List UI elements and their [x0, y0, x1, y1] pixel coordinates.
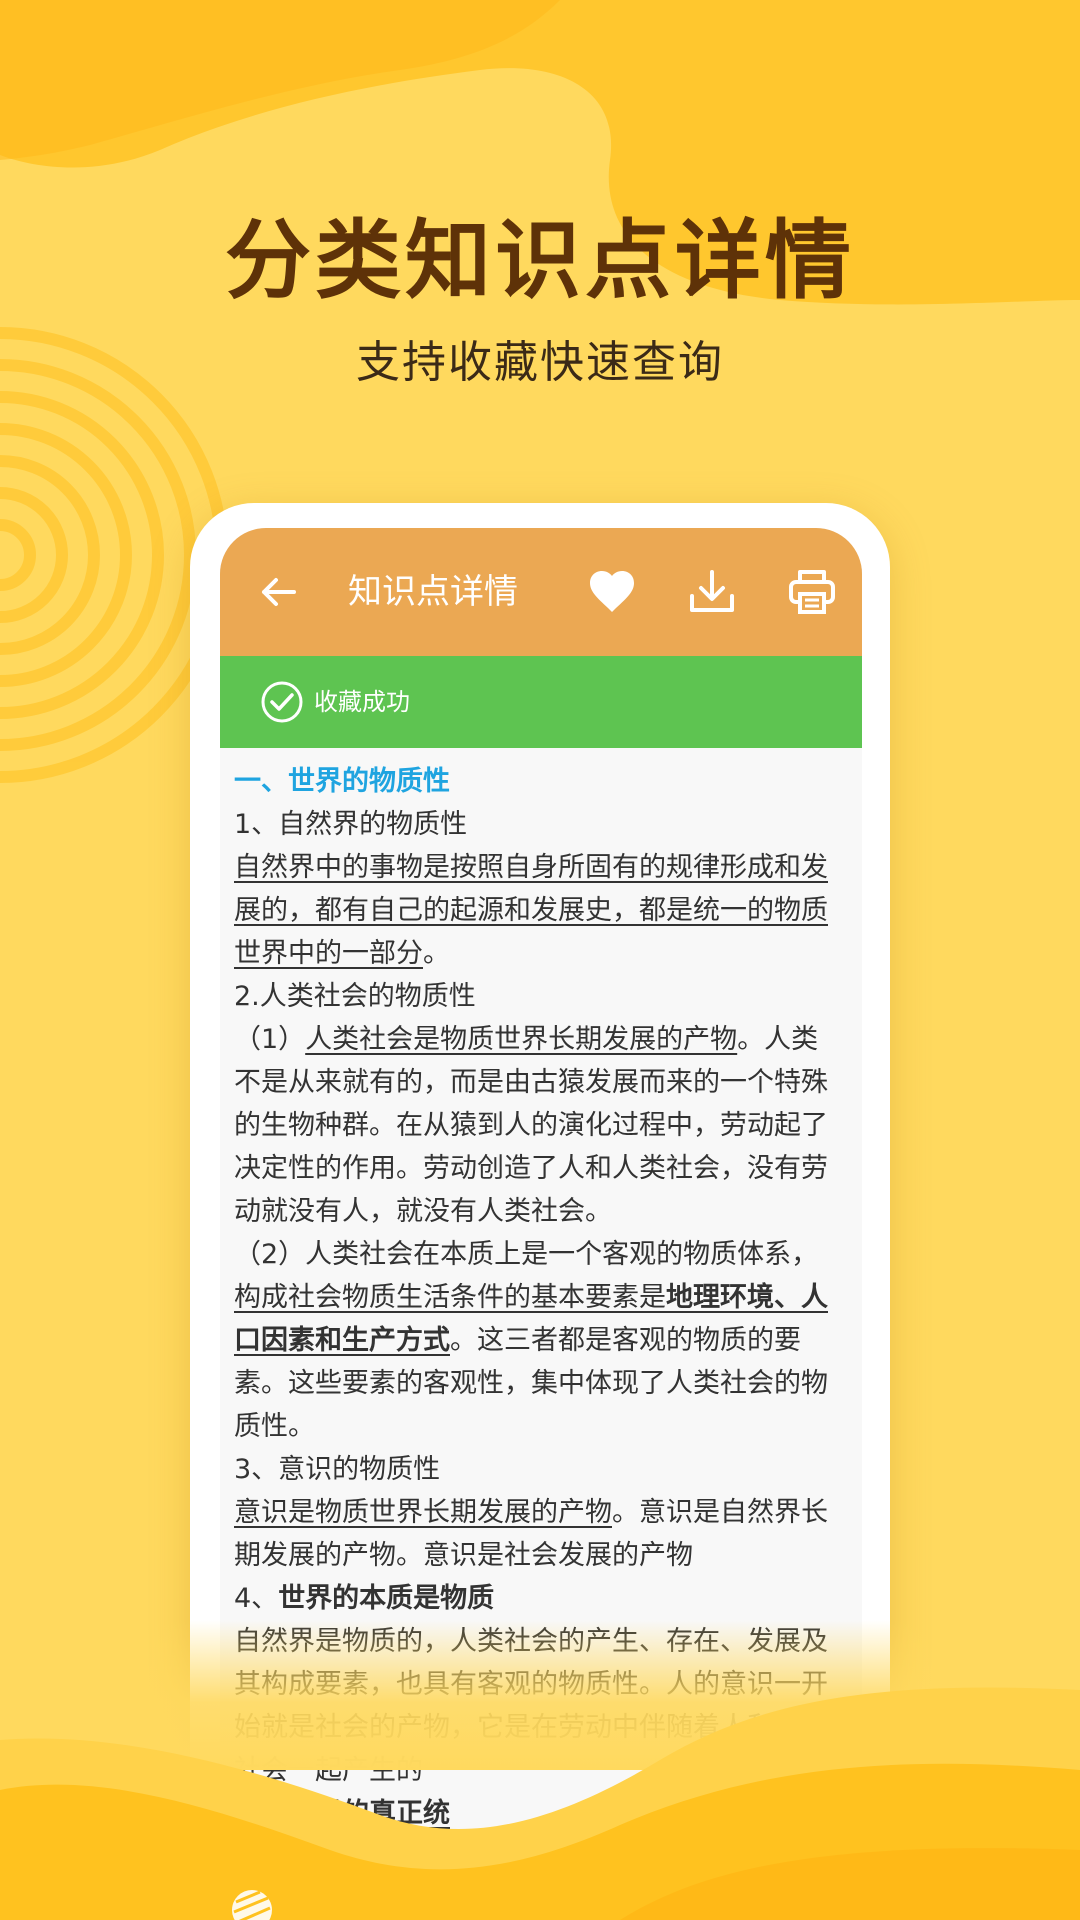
download-icon[interactable] [686, 566, 738, 618]
paragraph-prefix: （1） [234, 1024, 306, 1055]
underlined-text: 自然界中的事物是按照自身所固有的规律形成和发展的，都有自己的起源和发展史，都是统… [234, 852, 828, 969]
concentric-rings-decoration [0, 327, 228, 783]
paragraph-prefix: （2）人类社会在本质上是一个客观的物质体系， [234, 1239, 819, 1270]
section-title: 一、世界的物质性 [234, 766, 450, 797]
paragraph-5: 意识是物质世界长期发展的产物。意识是自然界长期发展的产物。意识是社会发展的产物 [234, 1491, 844, 1577]
heart-icon[interactable] [586, 566, 638, 618]
footer-wave-decoration [0, 1620, 1080, 1920]
paragraph-1: 自然界中的事物是按照自身所固有的规律形成和发展的，都有自己的起源和发展史，都是统… [234, 846, 844, 975]
app-bar-title: 知识点详情 [348, 572, 518, 612]
paragraph-prefix: 4、 [234, 1583, 279, 1614]
underlined-text: 意识是物质世界长期发展的产物 [234, 1497, 612, 1528]
arrow-left-icon[interactable] [254, 568, 302, 616]
bold-text: 世界的本质是物质 [278, 1583, 495, 1614]
promo-headline: 分类知识点详情 [225, 211, 855, 311]
underlined-text: 人类社会是物质世界长期发展的产物 [305, 1024, 738, 1055]
paragraph-title-1: 1、自然界的物质性 [234, 809, 468, 840]
punctuation: 。 [423, 938, 450, 969]
app-bar: 知识点详情 [220, 528, 862, 656]
printer-icon[interactable] [786, 566, 838, 618]
underlined-text: 构成社会物质生活条件的基本要素是 [234, 1282, 666, 1313]
paragraph-3: （1）人类社会是物质世界长期发展的产物。人类不是从来就有的，而是由古猿发展而来的… [234, 1018, 844, 1233]
paragraph-title-3: 3、意识的物质性 [234, 1454, 441, 1485]
check-circle-icon [261, 681, 303, 723]
promo-subline: 支持收藏快速查询 [356, 337, 724, 388]
paragraph-4: （2）人类社会在本质上是一个客观的物质体系，构成社会物质生活条件的基本要素是地理… [234, 1233, 844, 1448]
success-toast: 收藏成功 [220, 656, 862, 748]
toast-message: 收藏成功 [314, 688, 410, 716]
paragraph-title-2: 2.人类社会的物质性 [234, 981, 476, 1012]
paragraph-title-4: 4、世界的本质是物质 [234, 1577, 844, 1620]
